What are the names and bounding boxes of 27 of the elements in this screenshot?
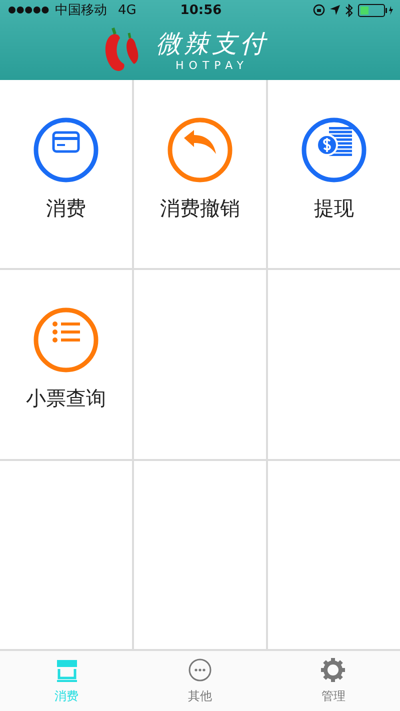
menu-tile[interactable]: 提现	[268, 80, 400, 268]
menu-tile[interactable]: 消费	[0, 80, 132, 268]
battery-icon	[358, 4, 394, 16]
menu-tile[interactable]: 消费撤销	[134, 80, 266, 268]
back-arrow-icon	[184, 130, 216, 154]
brand-subtitle: HOTPAY	[176, 58, 248, 72]
settings-icon	[321, 658, 346, 682]
brand-title: 微辣支付	[156, 28, 268, 58]
tile-label: 消费撤销	[160, 194, 240, 222]
carrier-name: 中国移动	[55, 2, 107, 19]
signal-icon	[8, 6, 50, 14]
card-icon	[52, 131, 80, 154]
tab-item[interactable]: 其他	[133, 651, 267, 711]
tab-item[interactable]: 管理	[266, 651, 400, 711]
list-icon	[52, 321, 80, 344]
network-type: 4G	[118, 2, 136, 18]
more-icon	[188, 658, 212, 682]
menu-tile[interactable]: 小票查询	[0, 270, 132, 459]
store-icon	[54, 658, 79, 682]
coin-stack-icon	[316, 127, 352, 158]
tile-label: 提现	[314, 194, 354, 222]
status-time: 10:56	[180, 2, 222, 18]
rotation-lock-icon	[312, 4, 325, 16]
bluetooth-icon	[344, 4, 353, 16]
location-icon	[330, 5, 340, 15]
tile-label: 小票查询	[26, 384, 106, 412]
tile-label: 消费	[46, 194, 86, 222]
